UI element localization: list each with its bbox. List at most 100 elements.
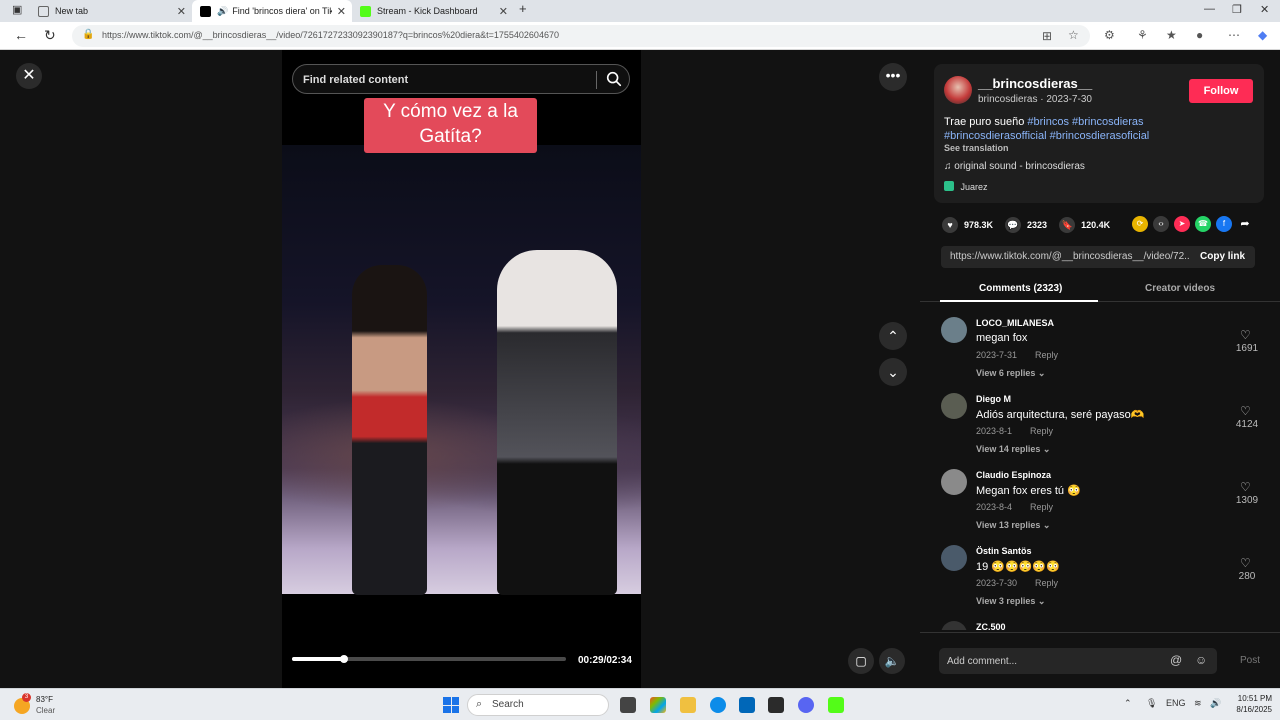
- copilot-app-icon[interactable]: [650, 697, 666, 713]
- favorites-icon[interactable]: ★: [1166, 28, 1177, 42]
- hashtag-link[interactable]: #brincosdierasofficial: [944, 130, 1047, 142]
- next-video-button[interactable]: ⌄: [879, 358, 907, 386]
- view-replies-button[interactable]: View 14 replies ⌄: [976, 444, 1050, 455]
- maximize-icon[interactable]: ❐: [1232, 3, 1242, 16]
- back-icon[interactable]: ←: [14, 27, 28, 43]
- language-indicator[interactable]: ENG: [1166, 698, 1186, 708]
- save-stat[interactable]: 🔖 120.4K: [1059, 217, 1110, 233]
- commenter-avatar[interactable]: [941, 317, 967, 343]
- follow-button[interactable]: Follow: [1189, 79, 1253, 103]
- close-tab-icon[interactable]: ✕: [177, 5, 186, 18]
- music-row[interactable]: ♫ original sound - brincosdieras: [944, 161, 1085, 172]
- repost-icon[interactable]: ⟳: [1132, 216, 1148, 232]
- mention-icon[interactable]: @: [1170, 653, 1182, 667]
- system-clock[interactable]: 10:51 PM 8/16/2025: [1226, 693, 1272, 715]
- tab-new-tab[interactable]: New tab ✕: [30, 0, 192, 22]
- close-video-button[interactable]: ✕: [16, 63, 42, 89]
- like-stat[interactable]: ♥ 978.3K: [942, 217, 993, 233]
- related-search-input[interactable]: [303, 71, 593, 89]
- comment-like-icon[interactable]: ♡: [1240, 328, 1251, 342]
- taskbar-search[interactable]: ⌕ Search: [467, 694, 609, 716]
- post-button[interactable]: Post: [1240, 655, 1260, 666]
- commenter-avatar[interactable]: [941, 621, 967, 630]
- commenter-name[interactable]: ZC.500: [976, 622, 1006, 630]
- url-field[interactable]: 🔒 https://www.tiktok.com/@__brincosdiera…: [72, 25, 1090, 47]
- author-avatar[interactable]: [944, 76, 972, 104]
- commenter-name[interactable]: LOCO_MILANESA: [976, 318, 1054, 328]
- comment-like-icon[interactable]: ♡: [1240, 556, 1251, 570]
- share-arrow-icon[interactable]: ➦: [1237, 216, 1253, 232]
- send-icon[interactable]: ➤: [1174, 216, 1190, 232]
- commenter-name[interactable]: Östin Santös: [976, 546, 1032, 556]
- wifi-icon[interactable]: ≋: [1194, 698, 1202, 709]
- speaker-icon[interactable]: 🔊: [217, 6, 228, 17]
- heart-icon[interactable]: ♥: [942, 217, 958, 233]
- commenter-avatar[interactable]: [941, 545, 967, 571]
- tab-tiktok[interactable]: 🔊 Find 'brincos diera' on TikTo ✕: [192, 0, 352, 22]
- hashtag-link[interactable]: #brincosdierasoficial: [1050, 130, 1150, 142]
- file-explorer-icon[interactable]: [680, 697, 696, 713]
- emoji-icon[interactable]: ☺: [1195, 653, 1207, 667]
- tab-creator-videos[interactable]: Creator videos: [1145, 283, 1215, 294]
- floating-player-icon[interactable]: ▢: [848, 648, 874, 674]
- commenter-avatar[interactable]: [941, 469, 967, 495]
- search-icon[interactable]: [605, 70, 623, 88]
- sticky-app-icon[interactable]: [768, 697, 784, 713]
- microphone-icon[interactable]: 🎙: [1146, 698, 1157, 709]
- tab-comments[interactable]: Comments (2323): [979, 283, 1062, 294]
- volume-icon[interactable]: 🔈: [879, 648, 905, 674]
- previous-video-button[interactable]: ⌃: [879, 322, 907, 350]
- progress-bar[interactable]: [292, 655, 566, 663]
- reply-button[interactable]: Reply: [1035, 350, 1058, 360]
- split-screen-icon[interactable]: ⚘: [1137, 28, 1148, 42]
- app-available-icon[interactable]: ⊞: [1042, 29, 1052, 43]
- comment-icon[interactable]: 💬: [1005, 217, 1022, 233]
- view-replies-button[interactable]: View 13 replies ⌄: [976, 520, 1050, 531]
- close-tab-icon[interactable]: ✕: [499, 5, 508, 18]
- close-window-icon[interactable]: ✕: [1260, 3, 1269, 16]
- more-options-button[interactable]: •••: [879, 63, 907, 91]
- task-view-icon[interactable]: [620, 697, 636, 713]
- minimize-icon[interactable]: —: [1204, 3, 1215, 15]
- video-player[interactable]: Y cómo vez a la Gatíta?: [282, 50, 641, 688]
- hashtag-link[interactable]: #brincos: [1027, 116, 1069, 128]
- menu-icon[interactable]: ⋯: [1228, 28, 1240, 42]
- reply-button[interactable]: Reply: [1030, 426, 1053, 436]
- favorite-star-icon[interactable]: ☆: [1068, 28, 1079, 42]
- see-translation-link[interactable]: See translation: [944, 143, 1009, 153]
- commenter-name[interactable]: Claudio Espinoza: [976, 470, 1051, 480]
- commenter-name[interactable]: Diego M: [976, 394, 1011, 404]
- profile-icon[interactable]: ●: [1196, 28, 1203, 42]
- author-username[interactable]: __brincosdieras__: [978, 76, 1092, 91]
- extensions-icon[interactable]: ⚙: [1104, 28, 1115, 42]
- commenter-avatar[interactable]: [941, 393, 967, 419]
- location-row[interactable]: Juarez: [944, 181, 988, 192]
- comment-stat[interactable]: 💬 2323: [1005, 217, 1047, 233]
- windows-start-icon[interactable]: [443, 697, 459, 713]
- edge-icon[interactable]: [710, 697, 726, 713]
- tab-kick[interactable]: Stream - Kick Dashboard ✕: [352, 0, 514, 22]
- show-hidden-icons[interactable]: ⌃: [1124, 698, 1132, 709]
- view-replies-button[interactable]: View 6 replies ⌄: [976, 368, 1045, 379]
- store-icon[interactable]: [739, 697, 755, 713]
- discord-icon[interactable]: [798, 697, 814, 713]
- hashtag-link[interactable]: #brincosdieras: [1072, 116, 1144, 128]
- reply-button[interactable]: Reply: [1030, 502, 1053, 512]
- bookmark-icon[interactable]: 🔖: [1059, 217, 1076, 233]
- related-search-bar[interactable]: [292, 64, 630, 94]
- comment-input-box[interactable]: @ ☺: [939, 648, 1217, 674]
- copilot-icon[interactable]: ◆: [1258, 28, 1267, 42]
- embed-icon[interactable]: ‹›: [1153, 216, 1169, 232]
- progress-handle[interactable]: [340, 655, 349, 663]
- copy-link-button[interactable]: Copy link: [1200, 251, 1245, 262]
- comment-like-icon[interactable]: ♡: [1240, 480, 1251, 494]
- new-tab-button[interactable]: +: [519, 1, 527, 16]
- speaker-tray-icon[interactable]: 🔊: [1210, 698, 1221, 709]
- refresh-icon[interactable]: ↻: [44, 27, 56, 44]
- facebook-icon[interactable]: f: [1216, 216, 1232, 232]
- share-link-text[interactable]: https://www.tiktok.com/@__brincosdieras_…: [950, 251, 1190, 262]
- tab-actions-icon[interactable]: ▣: [12, 3, 22, 16]
- comment-like-icon[interactable]: ♡: [1240, 404, 1251, 418]
- whatsapp-icon[interactable]: ☎: [1195, 216, 1211, 232]
- kick-app-icon[interactable]: [828, 697, 844, 713]
